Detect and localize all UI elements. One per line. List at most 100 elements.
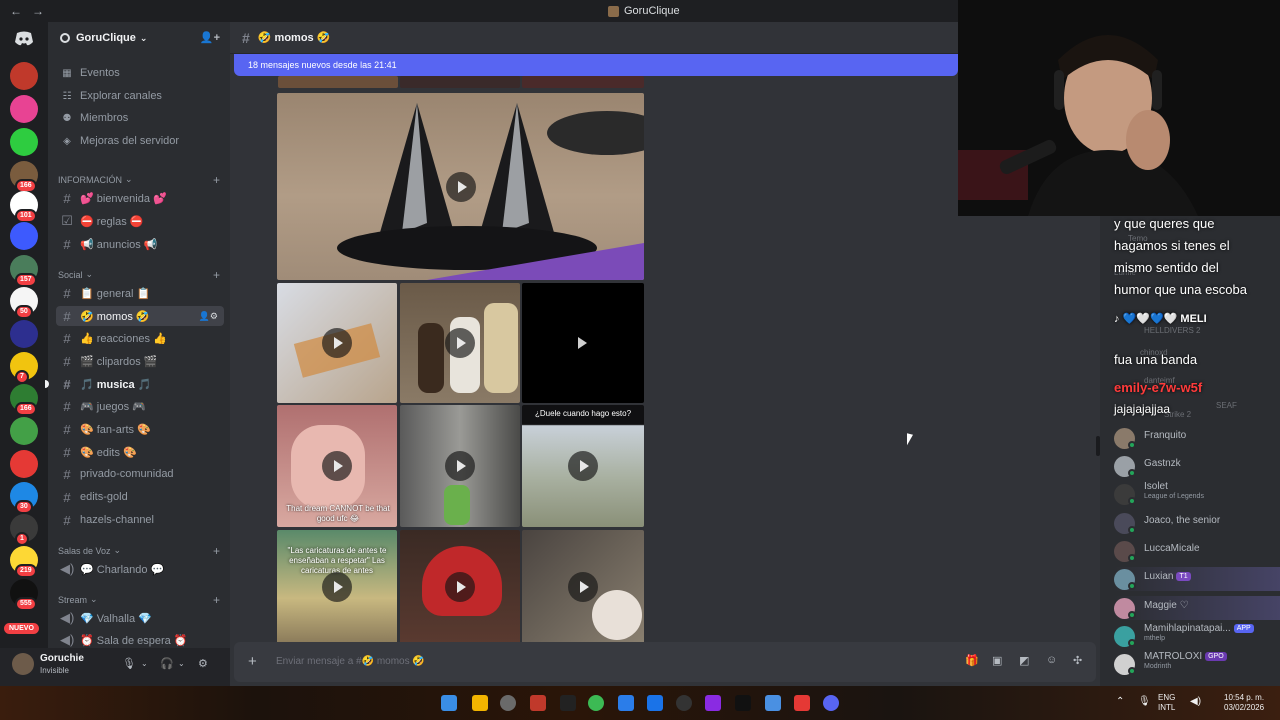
server-boost-item[interactable]: ◈ Mejoras del servidor bbox=[56, 131, 224, 151]
obs-icon[interactable] bbox=[500, 695, 516, 711]
add-channel-icon[interactable]: + bbox=[213, 268, 220, 282]
microphone-icon[interactable]: 🎙 bbox=[122, 657, 136, 670]
add-channel-icon[interactable]: + bbox=[213, 544, 220, 558]
members-item[interactable]: ⚉ Miembros bbox=[56, 108, 224, 128]
play-icon[interactable] bbox=[322, 451, 352, 481]
play-icon[interactable] bbox=[568, 451, 598, 481]
github-icon[interactable] bbox=[676, 695, 692, 711]
video-thumbnail[interactable] bbox=[522, 530, 644, 644]
member-row[interactable]: Maggie ♡ bbox=[1114, 596, 1280, 620]
calculator-icon[interactable] bbox=[647, 695, 663, 711]
category-social[interactable]: Social ⌄ + bbox=[58, 268, 224, 282]
category-salas-de-voz[interactable]: Salas de Voz ⌄ + bbox=[58, 544, 224, 558]
channel-edits-gold[interactable]: # edits-gold bbox=[56, 487, 224, 507]
new-messages-bar[interactable]: 18 mensajes nuevos desde las 21:41 bbox=[234, 54, 958, 76]
channel-reglas[interactable]: ☑ ⛔ reglas ⛔ bbox=[56, 211, 224, 231]
play-icon[interactable] bbox=[322, 572, 352, 602]
member-row[interactable]: Isolet League of Legends bbox=[1114, 481, 1280, 506]
member-row[interactable]: Luxian T1 bbox=[1114, 567, 1280, 591]
server-icon[interactable] bbox=[10, 62, 38, 90]
play-icon[interactable] bbox=[445, 171, 476, 202]
tiktok-icon[interactable] bbox=[735, 695, 751, 711]
discord-home-icon[interactable] bbox=[10, 26, 38, 50]
video-thumbnail[interactable] bbox=[400, 76, 520, 88]
chevron-down-icon[interactable]: ⌄ bbox=[141, 659, 148, 668]
channel-bienvenida[interactable]: # 💕 bienvenida 💕 bbox=[56, 188, 224, 208]
channel-hazels[interactable]: # hazels-channel bbox=[56, 510, 224, 530]
attach-plus-icon[interactable]: + bbox=[248, 653, 257, 670]
chevron-down-icon[interactable]: ⌄ bbox=[178, 659, 185, 668]
channel-settings-icon[interactable]: 👤⚙ bbox=[199, 311, 218, 322]
back-icon[interactable]: ← bbox=[10, 4, 32, 18]
file-explorer-icon[interactable] bbox=[472, 695, 488, 711]
video-thumbnail[interactable] bbox=[277, 283, 397, 403]
play-icon[interactable] bbox=[568, 572, 598, 602]
nav-buttons[interactable]: ←→ bbox=[10, 4, 54, 18]
gif-icon[interactable]: ▣ bbox=[992, 654, 1002, 667]
avatar[interactable] bbox=[12, 653, 34, 675]
speaker-tray-icon[interactable]: ◀) bbox=[1190, 697, 1201, 707]
apps-icon[interactable]: ✣ bbox=[1073, 654, 1082, 667]
start-icon[interactable] bbox=[441, 695, 457, 711]
video-thumbnail[interactable] bbox=[400, 530, 520, 644]
discord-taskbar-icon[interactable] bbox=[823, 695, 839, 711]
emoji-icon[interactable]: ☺ bbox=[1046, 654, 1057, 666]
microphone-tray-icon[interactable]: 🎙 bbox=[1138, 697, 1151, 707]
app-icon[interactable] bbox=[765, 695, 781, 711]
member-row[interactable]: LuccaMicale bbox=[1114, 539, 1280, 563]
server-icon[interactable] bbox=[10, 222, 38, 250]
add-channel-icon[interactable]: + bbox=[213, 593, 220, 607]
play-icon[interactable] bbox=[578, 337, 587, 349]
channel-reacciones[interactable]: # 👍 reacciones 👍 bbox=[56, 328, 224, 348]
add-channel-icon[interactable]: + bbox=[213, 173, 220, 187]
channel-juegos[interactable]: # 🎮 juegos 🎮 bbox=[56, 396, 224, 416]
channel-momos[interactable]: # 🤣 momos 🤣 👤⚙ bbox=[56, 306, 224, 326]
server-icon[interactable] bbox=[10, 417, 38, 445]
member-row[interactable]: Mamihlapinatapai... APP mthelp bbox=[1114, 623, 1280, 648]
app-icon[interactable] bbox=[794, 695, 810, 711]
member-row[interactable]: Gastnzk bbox=[1114, 454, 1280, 478]
voice-charlando[interactable]: ◀) 💬 Charlando 💬 bbox=[56, 559, 224, 579]
member-row[interactable]: MATROLOXI GPO Modrinth bbox=[1114, 651, 1280, 676]
play-icon[interactable] bbox=[445, 328, 475, 358]
headphones-icon[interactable]: 🎧 bbox=[160, 657, 174, 670]
chrome-icon[interactable] bbox=[588, 695, 604, 711]
server-icon[interactable] bbox=[10, 320, 38, 348]
member-row[interactable]: Franquito bbox=[1114, 426, 1280, 450]
category-stream[interactable]: Stream ⌄ + bbox=[58, 593, 224, 607]
member-row[interactable]: Joaco, the senior bbox=[1114, 511, 1280, 535]
invite-icon[interactable]: 👤+ bbox=[200, 31, 220, 44]
video-thumbnail[interactable] bbox=[400, 283, 520, 403]
sticker-icon[interactable]: ◩ bbox=[1019, 654, 1029, 667]
voice-valhalla[interactable]: ◀) 💎 Valhalla 💎 bbox=[56, 608, 224, 628]
forward-icon[interactable]: → bbox=[32, 4, 54, 18]
channel-edits[interactable]: # 🎨 edits 🎨 bbox=[56, 442, 224, 462]
message-composer[interactable]: + Enviar mensaje a #🤣 momos 🤣 🎁 ▣ ◩ ☺ ✣ bbox=[234, 642, 1096, 682]
video-attachment[interactable] bbox=[277, 93, 644, 280]
settings-icon[interactable]: ⚙ bbox=[198, 657, 208, 670]
language-indicator[interactable]: ENG INTL bbox=[1158, 693, 1175, 713]
app-icon[interactable] bbox=[705, 695, 721, 711]
channel-general[interactable]: # 📋 general 📋 bbox=[56, 283, 224, 303]
server-icon[interactable] bbox=[10, 95, 38, 123]
video-thumbnail[interactable]: "Las caricaturas de antes te enseñaban a… bbox=[277, 530, 397, 644]
channel-musica[interactable]: # 🎵 musica 🎵 bbox=[56, 374, 224, 394]
video-thumbnail[interactable] bbox=[522, 76, 644, 88]
voice-sala-de-espera[interactable]: ◀) ⏰ Sala de espera ⏰ bbox=[56, 630, 224, 650]
clock[interactable]: 10:54 p. m. 03/02/2026 bbox=[1224, 693, 1264, 713]
tray-chevron-icon[interactable]: ⌃ bbox=[1116, 697, 1124, 707]
category-informacion[interactable]: INFORMACIÓN ⌄ + bbox=[58, 173, 224, 187]
channel-fan-arts[interactable]: # 🎨 fan-arts 🎨 bbox=[56, 419, 224, 439]
app-icon[interactable] bbox=[530, 695, 546, 711]
app-icon[interactable] bbox=[618, 695, 634, 711]
gift-icon[interactable]: 🎁 bbox=[965, 654, 979, 667]
video-thumbnail[interactable]: That dream CANNOT be that good ufc 😂 bbox=[277, 405, 397, 527]
app-icon[interactable] bbox=[560, 695, 576, 711]
channel-anuncios[interactable]: # 📢 anuncios 📢 bbox=[56, 234, 224, 254]
video-thumbnail[interactable]: ¿Duele cuando hago esto? bbox=[522, 405, 644, 527]
play-icon[interactable] bbox=[445, 451, 475, 481]
channel-clipardos[interactable]: # 🎬 clipardos 🎬 bbox=[56, 351, 224, 371]
play-icon[interactable] bbox=[322, 328, 352, 358]
video-thumbnail[interactable] bbox=[400, 405, 520, 527]
video-thumbnail[interactable] bbox=[522, 283, 644, 403]
